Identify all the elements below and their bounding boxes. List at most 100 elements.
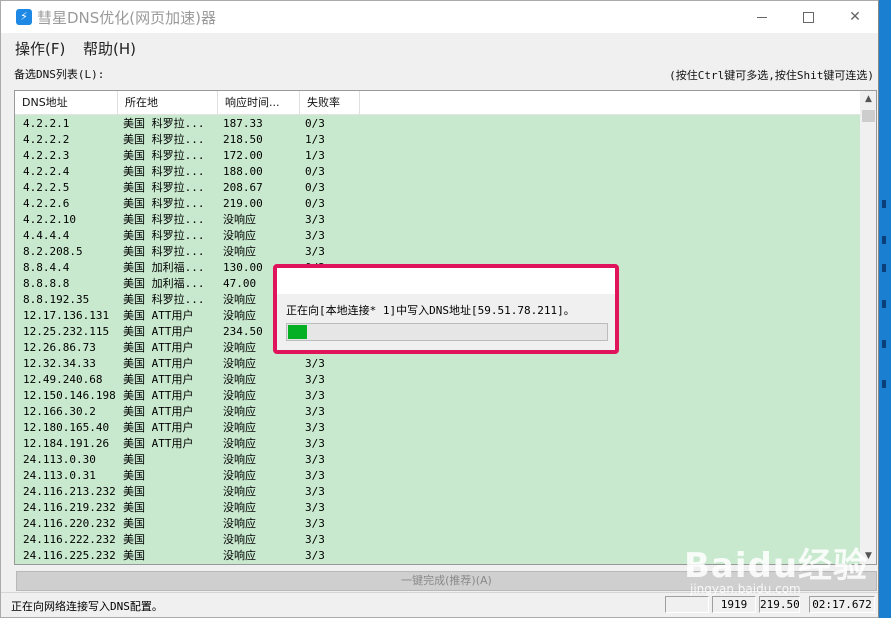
column-header-location[interactable]: 所在地 (118, 91, 218, 115)
maximize-button[interactable] (785, 1, 831, 33)
table-row[interactable]: 4.2.2.3 美国 科罗拉... 172.00 1/3 (15, 148, 860, 164)
cell-response-time: 没响应 (223, 373, 256, 386)
cell-fail-rate: 3/3 (305, 213, 325, 226)
cell-response-time: 219.00 (223, 197, 263, 210)
cell-response-time: 没响应 (223, 501, 256, 514)
cell-location: 美国 ATT用户 (123, 357, 194, 370)
cell-dns-address: 24.116.222.232 (23, 533, 116, 546)
lightning-icon: ⚡ (16, 9, 32, 25)
cell-dns-address: 24.116.225.232 (23, 549, 116, 562)
cell-fail-rate: 0/3 (305, 117, 325, 130)
cell-fail-rate: 3/3 (305, 389, 325, 402)
cell-fail-rate: 3/3 (305, 485, 325, 498)
cell-dns-address: 4.2.2.5 (23, 181, 70, 194)
column-header-dns[interactable]: DNS地址 (15, 91, 118, 115)
table-row[interactable]: 4.4.4.4 美国 科罗拉... 没响应 3/3 (15, 228, 860, 244)
cell-dns-address: 24.116.220.232 (23, 517, 116, 530)
cell-location: 美国 科罗拉... (123, 117, 205, 130)
cell-response-time: 188.00 (223, 165, 263, 178)
scroll-thumb[interactable] (862, 110, 875, 122)
cell-location: 美国 (123, 469, 145, 482)
table-row[interactable]: 12.184.191.26 美国 ATT用户 没响应 3/3 (15, 436, 860, 452)
table-row[interactable]: 4.2.2.4 美国 科罗拉... 188.00 0/3 (15, 164, 860, 180)
cell-dns-address: 24.113.0.31 (23, 469, 96, 482)
cell-response-time: 没响应 (223, 453, 256, 466)
watermark-brand: Baidu经验 (684, 546, 869, 586)
table-row[interactable]: 24.113.0.30 美国 没响应 3/3 (15, 452, 860, 468)
minimize-button[interactable] (739, 1, 785, 33)
cell-dns-address: 12.180.165.40 (23, 421, 110, 434)
cell-location: 美国 ATT用户 (123, 373, 194, 386)
cell-fail-rate: 3/3 (305, 357, 325, 370)
window-title: 彗星DNS优化(网页加速)器 (37, 9, 216, 27)
cell-dns-address: 12.184.191.26 (23, 437, 110, 450)
cell-response-time: 没响应 (223, 485, 256, 498)
scroll-up-icon[interactable]: ▲ (860, 91, 876, 108)
cell-dns-address: 12.17.136.131 (23, 309, 110, 322)
table-row[interactable]: 12.180.165.40 美国 ATT用户 没响应 3/3 (15, 420, 860, 436)
table-row[interactable]: 24.116.219.232 美国 没响应 3/3 (15, 500, 860, 516)
cell-fail-rate: 0/3 (305, 197, 325, 210)
cell-response-time: 没响应 (223, 293, 256, 306)
table-row[interactable]: 4.2.2.1 美国 科罗拉... 187.33 0/3 (15, 116, 860, 132)
menu-help[interactable]: 帮助(H) (83, 38, 136, 59)
status-message: 正在向网络连接写入DNS配置。 (11, 600, 163, 613)
cell-fail-rate: 3/3 (305, 501, 325, 514)
desktop-background (879, 0, 891, 618)
cell-location: 美国 ATT用户 (123, 421, 194, 434)
table-row[interactable]: 24.113.0.31 美国 没响应 3/3 (15, 468, 860, 484)
cell-response-time: 130.00 (223, 261, 263, 274)
cell-dns-address: 4.2.2.6 (23, 197, 70, 210)
cell-location: 美国 (123, 517, 145, 530)
desktop-mark (882, 300, 886, 308)
table-row[interactable]: 12.150.146.198 美国 ATT用户 没响应 3/3 (15, 388, 860, 404)
cell-location: 美国 (123, 549, 145, 562)
table-row[interactable]: 12.32.34.33 美国 ATT用户 没响应 3/3 (15, 356, 860, 372)
cell-fail-rate: 3/3 (305, 229, 325, 242)
cell-fail-rate: 3/3 (305, 245, 325, 258)
table-row[interactable]: 4.2.2.5 美国 科罗拉... 208.67 0/3 (15, 180, 860, 196)
table-row[interactable]: 12.49.240.68 美国 ATT用户 没响应 3/3 (15, 372, 860, 388)
vertical-scrollbar[interactable]: ▲ ▼ (860, 91, 876, 564)
cell-location: 美国 加利福... (123, 277, 205, 290)
cell-location: 美国 (123, 533, 145, 546)
table-row[interactable]: 8.2.208.5 美国 科罗拉... 没响应 3/3 (15, 244, 860, 260)
cell-location: 美国 (123, 485, 145, 498)
column-header-fail-rate[interactable]: 失败率 (300, 91, 360, 115)
menu-operation[interactable]: 操作(F) (15, 38, 65, 59)
cell-location: 美国 科罗拉... (123, 245, 205, 258)
table-row[interactable]: 4.2.2.10 美国 科罗拉... 没响应 3/3 (15, 212, 860, 228)
cell-fail-rate: 0/3 (305, 181, 325, 194)
cell-fail-rate: 3/3 (305, 373, 325, 386)
cell-location: 美国 科罗拉... (123, 293, 205, 306)
progress-bar (286, 323, 608, 341)
cell-fail-rate: 3/3 (305, 469, 325, 482)
cell-response-time: 47.00 (223, 277, 257, 290)
cell-response-time: 没响应 (223, 549, 256, 562)
cell-location: 美国 ATT用户 (123, 325, 194, 338)
dns-list-label: 备选DNS列表(L): (14, 68, 105, 81)
cell-location: 美国 ATT用户 (123, 437, 194, 450)
cell-dns-address: 4.2.2.2 (23, 133, 70, 146)
cell-response-time: 218.50 (223, 133, 263, 146)
table-row[interactable]: 4.2.2.2 美国 科罗拉... 218.50 1/3 (15, 132, 860, 148)
cell-response-time: 没响应 (223, 517, 256, 530)
column-header-response-time[interactable]: 响应时间... (218, 91, 300, 115)
cell-response-time: 没响应 (223, 437, 256, 450)
title-bar[interactable]: ⚡ 彗星DNS优化(网页加速)器 ✕ (1, 1, 878, 33)
cell-fail-rate: 3/3 (305, 437, 325, 450)
close-button[interactable]: ✕ (832, 1, 878, 33)
cell-location: 美国 科罗拉... (123, 197, 205, 210)
table-row[interactable]: 24.116.213.232 美国 没响应 3/3 (15, 484, 860, 500)
cell-location: 美国 科罗拉... (123, 165, 205, 178)
cell-location: 美国 (123, 501, 145, 514)
table-row[interactable]: 12.166.30.2 美国 ATT用户 没响应 3/3 (15, 404, 860, 420)
cell-location: 美国 科罗拉... (123, 181, 205, 194)
cell-response-time: 208.67 (223, 181, 263, 194)
cell-fail-rate: 0/3 (305, 165, 325, 178)
cell-location: 美国 (123, 453, 145, 466)
cell-fail-rate: 3/3 (305, 421, 325, 434)
cell-dns-address: 12.32.34.33 (23, 357, 96, 370)
table-row[interactable]: 4.2.2.6 美国 科罗拉... 219.00 0/3 (15, 196, 860, 212)
cell-response-time: 172.00 (223, 149, 263, 162)
